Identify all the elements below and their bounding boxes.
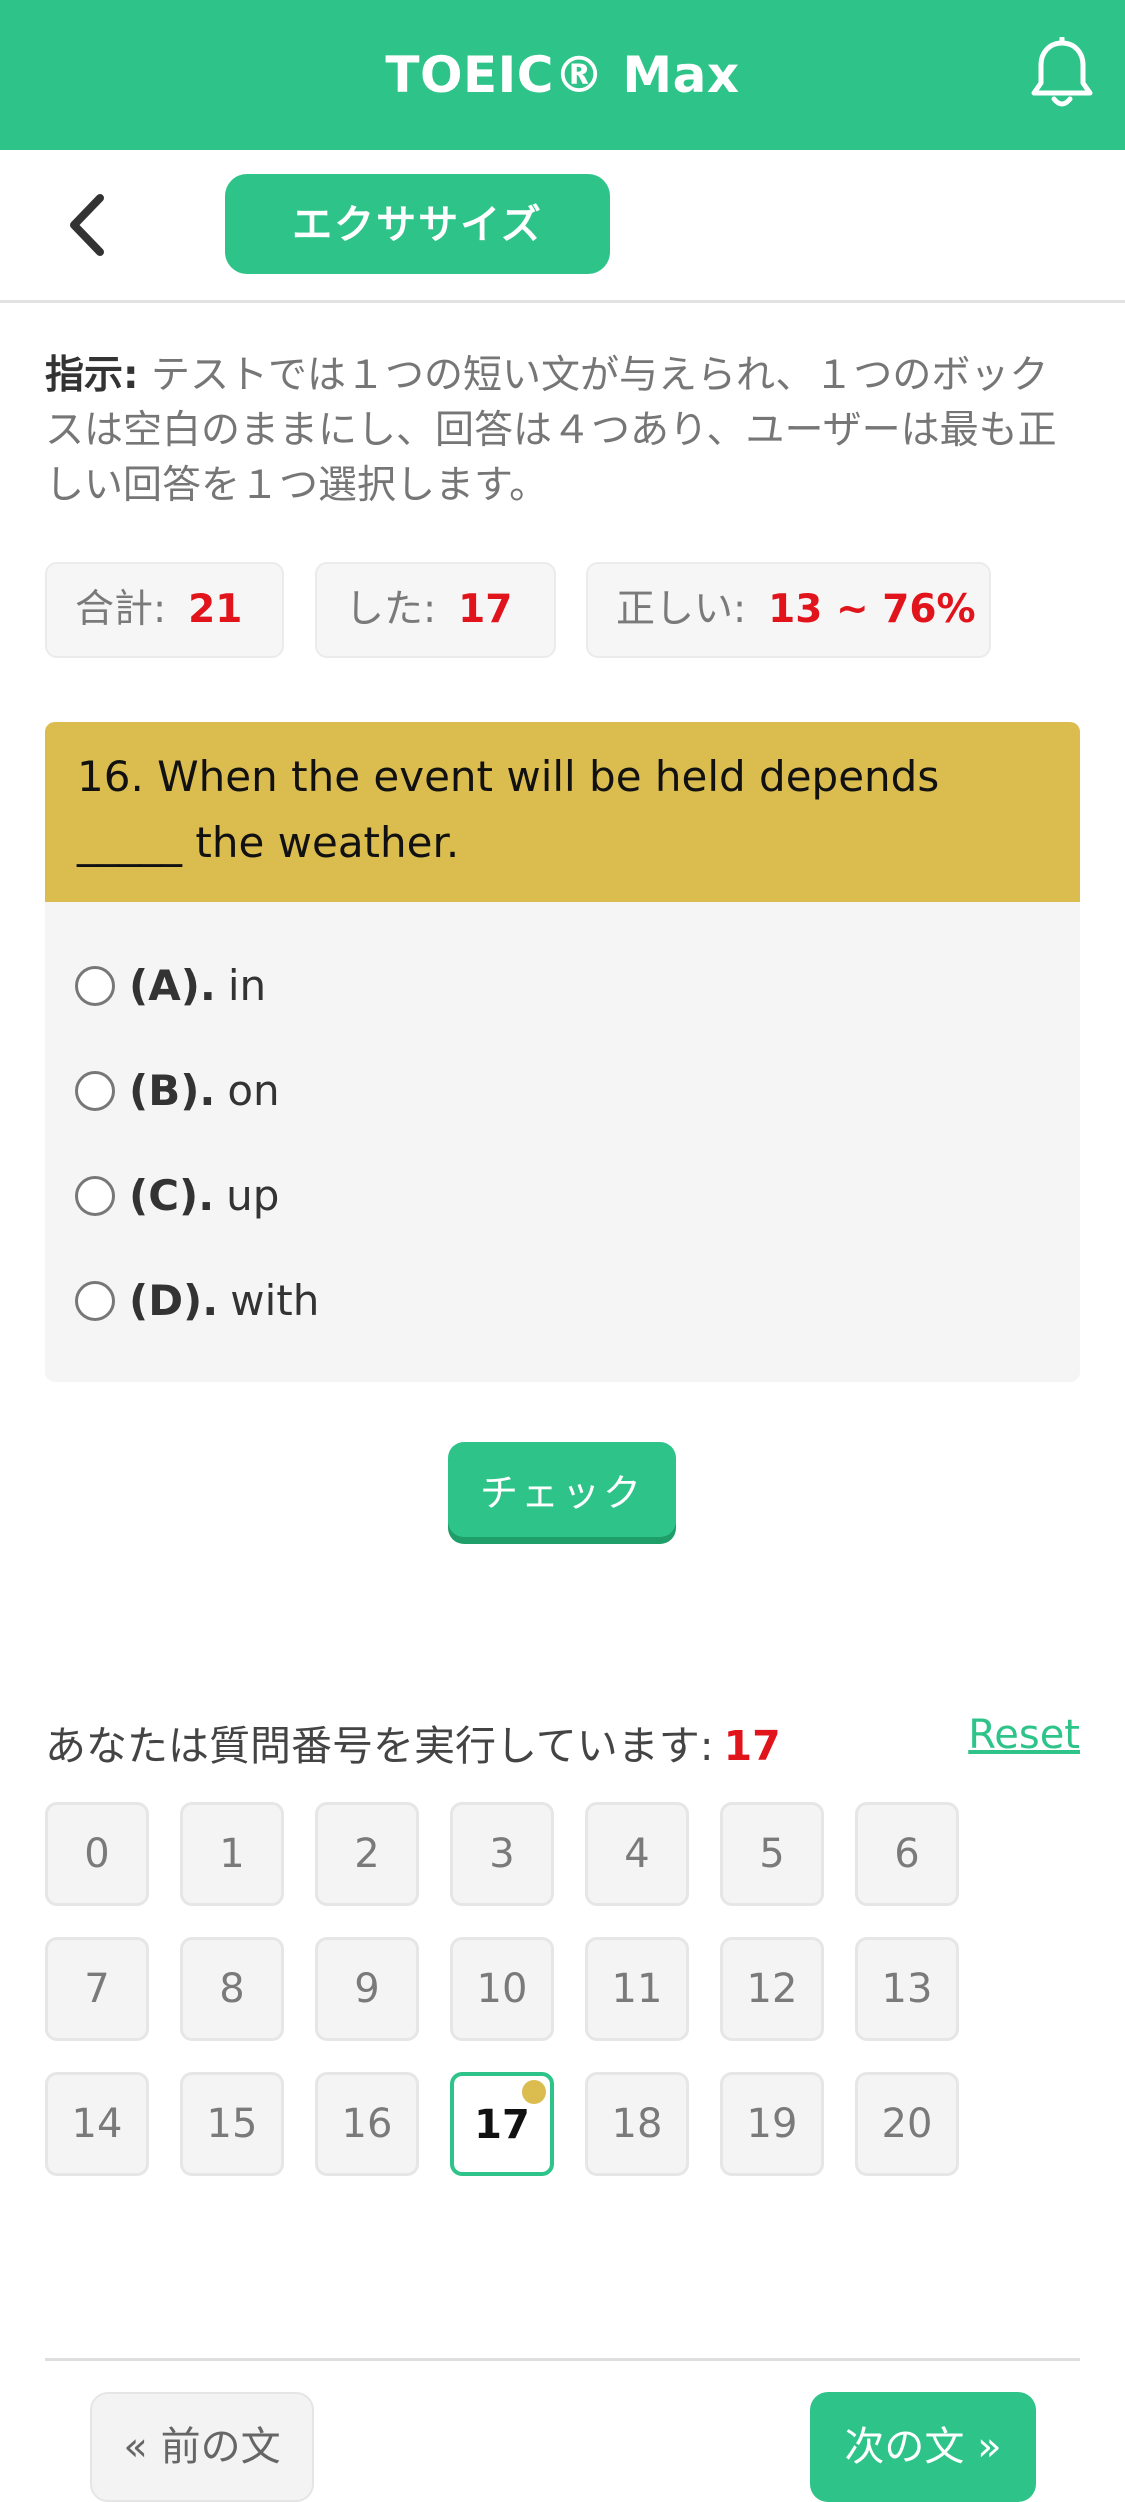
question-card: 16. When the event will be held depends …	[45, 722, 1080, 1382]
question-number-0[interactable]: 0	[45, 1802, 149, 1906]
question-number-17[interactable]: 17	[450, 2072, 554, 2176]
option-b[interactable]: (B). on	[75, 1051, 280, 1131]
question-number-13[interactable]: 13	[855, 1937, 959, 2041]
reset-link[interactable]: Reset	[968, 1712, 1080, 1758]
question-number-label: 13	[881, 1966, 933, 2012]
next-sentence-button[interactable]: 次の文 »	[810, 2392, 1036, 2502]
option-text: in	[227, 961, 267, 1010]
question-number-20[interactable]: 20	[855, 2072, 959, 2176]
current-marker-dot	[522, 2080, 546, 2104]
option-text: with	[230, 1276, 320, 1325]
question-number-3[interactable]: 3	[450, 1802, 554, 1906]
question-number-label: 3	[489, 1831, 515, 1877]
question-number-18[interactable]: 18	[585, 2072, 689, 2176]
question-number-14[interactable]: 14	[45, 2072, 149, 2176]
option-a[interactable]: (A). in	[75, 946, 266, 1026]
app-bar: TOEIC® Max	[0, 0, 1125, 150]
stat-correct-value: 13 ~ 76%	[768, 587, 976, 632]
question-number-label: 17	[474, 2102, 530, 2148]
stat-correct-label: 正しい:	[616, 587, 747, 632]
stat-total-value: 21	[188, 587, 243, 632]
instruction: 指示: テストでは１つの短い文が与えられ、１つのボックスは空白のままにし、回答は…	[45, 348, 1080, 513]
question-number-label: 7	[84, 1966, 110, 2012]
stat-total-label: 合計:	[75, 587, 167, 632]
progress-current: 17	[723, 1722, 781, 1770]
sub-bar: エクササイズ	[0, 150, 1125, 303]
option-key: (D).	[129, 1276, 219, 1325]
question-number-label: 10	[476, 1966, 528, 2012]
question-number-label: 1	[219, 1831, 245, 1877]
question-number-2[interactable]: 2	[315, 1802, 419, 1906]
exercise-tab[interactable]: エクササイズ	[225, 174, 610, 274]
question-number-label: 6	[894, 1831, 920, 1877]
stats-row: 合計: 21 した: 17 正しい: 13 ~ 76%	[0, 562, 1125, 662]
question-number-label: 0	[84, 1831, 110, 1877]
question-number-10[interactable]: 10	[450, 1937, 554, 2041]
question-number-4[interactable]: 4	[585, 1802, 689, 1906]
question-number-16[interactable]: 16	[315, 2072, 419, 2176]
chevron-left-icon[interactable]	[60, 190, 120, 260]
question-number-label: 11	[611, 1966, 663, 2012]
question-number-label: 5	[759, 1831, 785, 1877]
question-number-5[interactable]: 5	[720, 1802, 824, 1906]
question-text: 16. When the event will be held depends …	[45, 722, 1080, 902]
radio-button[interactable]	[75, 1070, 115, 1111]
stat-done-value: 17	[458, 587, 513, 632]
check-button[interactable]: チェック	[448, 1442, 676, 1537]
question-number-label: 4	[624, 1831, 650, 1877]
question-number-label: 12	[746, 1966, 798, 2012]
question-number-6[interactable]: 6	[855, 1802, 959, 1906]
stat-done-label: した:	[345, 587, 437, 632]
question-number-label: 14	[71, 2101, 123, 2147]
question-number-19[interactable]: 19	[720, 2072, 824, 2176]
question-number-label: 2	[354, 1831, 380, 1877]
option-text: on	[227, 1066, 280, 1115]
question-number-9[interactable]: 9	[315, 1937, 419, 2041]
radio-button[interactable]	[75, 1175, 115, 1216]
prev-sentence-button[interactable]: « 前の文	[90, 2392, 314, 2502]
progress-label: あなたは質問番号を実行しています:	[45, 1722, 714, 1770]
question-number-1[interactable]: 1	[180, 1802, 284, 1906]
question-number-label: 8	[219, 1966, 245, 2012]
question-number-12[interactable]: 12	[720, 1937, 824, 2041]
question-number-label: 20	[881, 2101, 933, 2147]
app-title: TOEIC® Max	[385, 46, 740, 104]
divider	[45, 2358, 1080, 2361]
stat-correct: 正しい: 13 ~ 76%	[586, 562, 991, 658]
question-number-7[interactable]: 7	[45, 1937, 149, 2041]
radio-button[interactable]	[75, 965, 115, 1006]
question-number-label: 9	[354, 1966, 380, 2012]
stat-total: 合計: 21	[45, 562, 284, 658]
bell-icon[interactable]	[1027, 37, 1097, 113]
option-text: up	[226, 1171, 280, 1220]
option-key: (C).	[129, 1171, 215, 1220]
option-d[interactable]: (D). with	[75, 1261, 319, 1341]
question-number-15[interactable]: 15	[180, 2072, 284, 2176]
instruction-label: 指示:	[45, 353, 139, 398]
option-key: (B).	[129, 1066, 216, 1115]
progress-text: あなたは質問番号を実行しています: 17	[45, 1712, 781, 1772]
option-key: (A).	[129, 961, 216, 1010]
question-number-label: 18	[611, 2101, 663, 2147]
stat-done: した: 17	[315, 562, 556, 658]
question-number-label: 15	[206, 2101, 258, 2147]
instruction-text: テストでは１つの短い文が与えられ、１つのボックスは空白のままにし、回答は４つあり…	[45, 353, 1057, 508]
question-number-8[interactable]: 8	[180, 1937, 284, 2041]
question-number-label: 19	[746, 2101, 798, 2147]
radio-button[interactable]	[75, 1280, 115, 1321]
question-number-11[interactable]: 11	[585, 1937, 689, 2041]
question-number-label: 16	[341, 2101, 393, 2147]
option-c[interactable]: (C). up	[75, 1156, 279, 1236]
